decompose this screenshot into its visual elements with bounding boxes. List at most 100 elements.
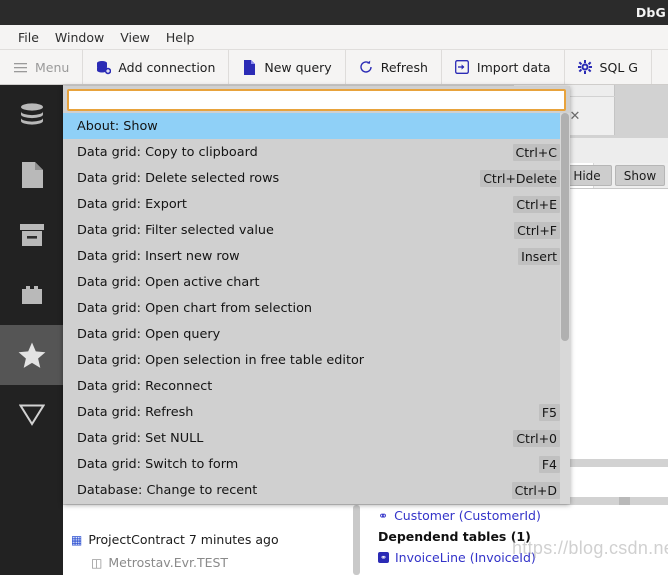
star-icon <box>18 342 46 369</box>
command-label: Data grid: Set NULL <box>77 430 204 446</box>
recent-list-scrollbar[interactable] <box>352 505 361 575</box>
show-button[interactable]: Show <box>615 165 665 186</box>
menu-bar: File Window View Help <box>0 25 668 50</box>
command-item-insert-new-row[interactable]: Data grid: Insert new row Insert <box>63 243 570 269</box>
command-item-export[interactable]: Data grid: Export Ctrl+E <box>63 191 570 217</box>
toolbar-button-import-data[interactable]: Import data <box>442 50 565 84</box>
rail-item-files[interactable] <box>0 145 63 205</box>
command-item-filter-selected-value[interactable]: Data grid: Filter selected value Ctrl+F <box>63 217 570 243</box>
rail-item-favorites[interactable] <box>0 325 63 385</box>
refresh-icon <box>359 60 374 75</box>
menu-item-window[interactable]: Window <box>47 28 112 47</box>
list-item[interactable]: ▦ ProjectContract 7 minutes ago <box>63 528 370 551</box>
toolbar-button-menu[interactable]: Menu <box>0 50 84 84</box>
command-shortcut: Ctrl+C <box>512 143 560 161</box>
command-label: Data grid: Open selection in free table … <box>77 352 365 368</box>
file-icon <box>242 59 257 75</box>
dependent-table-label: InvoiceLine (InvoiceId) <box>395 550 536 565</box>
command-label: Data grid: Open active chart <box>77 274 260 290</box>
rail-item-filter[interactable] <box>0 385 63 445</box>
list-item[interactable]: ◫ Metrostav.Evr.TEST <box>63 551 370 574</box>
command-item-delete-selected-rows[interactable]: Data grid: Delete selected rows Ctrl+Del… <box>63 165 570 191</box>
command-label: Data grid: Filter selected value <box>77 222 274 238</box>
command-item-refresh[interactable]: Data grid: Refresh F5 <box>63 399 570 425</box>
toolbar-button-sql-generator[interactable]: SQL G <box>565 50 652 84</box>
rail-item-database[interactable] <box>0 85 63 145</box>
database-icon <box>19 103 45 127</box>
list-item-label: Metrostav.Evr.TEST <box>108 555 229 570</box>
close-icon[interactable]: ✕ <box>570 110 581 123</box>
application-window: DbG File Window View Help Menu Add conne… <box>0 0 668 575</box>
hamburger-icon <box>13 60 28 75</box>
dependency-icon: ⚭ <box>378 552 389 563</box>
command-palette-input-wrap <box>67 89 566 111</box>
command-label: Data grid: Copy to clipboard <box>77 144 258 160</box>
database-add-icon <box>96 60 112 75</box>
toolbar-button-new-query[interactable]: New query <box>229 50 346 84</box>
list-item-clipped <box>63 505 370 528</box>
command-label: Data grid: Open query <box>77 326 221 342</box>
command-label: Data grid: Reconnect <box>77 378 213 394</box>
archive-icon <box>19 223 45 247</box>
dependent-tables-heading: Dependend tables (1) <box>378 529 531 544</box>
command-shortcut: Ctrl+E <box>513 195 560 213</box>
window-title: DbG <box>635 5 666 20</box>
command-item-reconnect[interactable]: Data grid: Reconnect <box>63 373 570 399</box>
table-icon: ▦ <box>71 532 83 547</box>
rail-item-plugins[interactable] <box>0 265 63 325</box>
toolbar-label-sql-generator: SQL G <box>599 59 638 75</box>
command-item-switch-to-form[interactable]: Data grid: Switch to form F4 <box>63 451 570 477</box>
toolbar-label-import-data: Import data <box>476 59 551 75</box>
command-item-copy-to-clipboard[interactable]: Data grid: Copy to clipboard Ctrl+C <box>63 139 570 165</box>
command-shortcut: Ctrl+Delete <box>480 169 560 187</box>
relations-panel: ⚭ Customer (CustomerId) Dependend tables… <box>373 505 668 575</box>
import-icon <box>455 60 470 75</box>
plugins-icon <box>20 283 44 307</box>
command-shortcut: Ctrl+F <box>514 221 560 239</box>
command-palette[interactable]: About: Show Data grid: Copy to clipboard… <box>63 86 570 504</box>
command-label: Database: Change to recent <box>77 482 258 498</box>
command-item-open-active-chart[interactable]: Data grid: Open active chart <box>63 269 570 295</box>
filter-icon <box>18 404 45 426</box>
command-item-set-null[interactable]: Data grid: Set NULL Ctrl+0 <box>63 425 570 451</box>
command-item-open-query[interactable]: Data grid: Open query <box>63 321 570 347</box>
command-item-open-chart-from-selection[interactable]: Data grid: Open chart from selection <box>63 295 570 321</box>
command-shortcut: Ctrl+D <box>511 481 560 499</box>
command-item-import-data[interactable]: File: import data <box>63 503 570 504</box>
command-label: Data grid: Refresh <box>77 404 194 420</box>
command-label: About: Show <box>77 118 158 134</box>
recent-objects-list[interactable]: ▦ ProjectContract 7 minutes ago ◫ Metros… <box>63 505 370 575</box>
toolbar-button-refresh[interactable]: Refresh <box>346 50 442 84</box>
activity-bar <box>0 85 63 575</box>
command-item-about-show[interactable]: About: Show <box>63 113 570 139</box>
scrollbar-thumb[interactable] <box>353 505 360 575</box>
list-item-label: ProjectContract 7 minutes ago <box>88 532 279 547</box>
command-shortcut: F4 <box>538 455 560 473</box>
toolbar-label-add-connection: Add connection <box>118 59 216 75</box>
foreign-key-label: Customer (CustomerId) <box>394 508 541 523</box>
panel-gap <box>361 505 373 575</box>
toolbar-button-add-connection[interactable]: Add connection <box>83 50 230 84</box>
command-shortcut: F5 <box>538 403 560 421</box>
command-palette-scrollbar[interactable] <box>560 113 570 504</box>
command-label: Data grid: Delete selected rows <box>77 170 280 186</box>
command-shortcut: Ctrl+0 <box>513 429 560 447</box>
menu-item-view[interactable]: View <box>112 28 158 47</box>
command-item-open-selection-in-free-table-editor[interactable]: Data grid: Open selection in free table … <box>63 347 570 373</box>
menu-item-help[interactable]: Help <box>158 28 203 47</box>
menu-item-file[interactable]: File <box>10 28 47 47</box>
toolbar: Menu Add connection New query Refresh Im… <box>0 50 668 85</box>
command-label: Data grid: Export <box>77 196 187 212</box>
rail-item-archive[interactable] <box>0 205 63 265</box>
link-icon: ⚭ <box>378 508 389 523</box>
title-bar: DbG <box>0 0 668 25</box>
dependent-table-row[interactable]: ⚭ InvoiceLine (InvoiceId) <box>373 547 668 568</box>
command-palette-search-input[interactable] <box>67 89 566 111</box>
foreign-key-row[interactable]: ⚭ Customer (CustomerId) <box>373 505 668 526</box>
toolbar-label-new-query: New query <box>264 59 332 75</box>
gear-icon <box>578 60 593 75</box>
command-palette-list[interactable]: About: Show Data grid: Copy to clipboard… <box>63 113 570 504</box>
command-label: Data grid: Insert new row <box>77 248 240 264</box>
scrollbar-thumb[interactable] <box>561 113 569 341</box>
command-item-change-to-recent[interactable]: Database: Change to recent Ctrl+D <box>63 477 570 503</box>
